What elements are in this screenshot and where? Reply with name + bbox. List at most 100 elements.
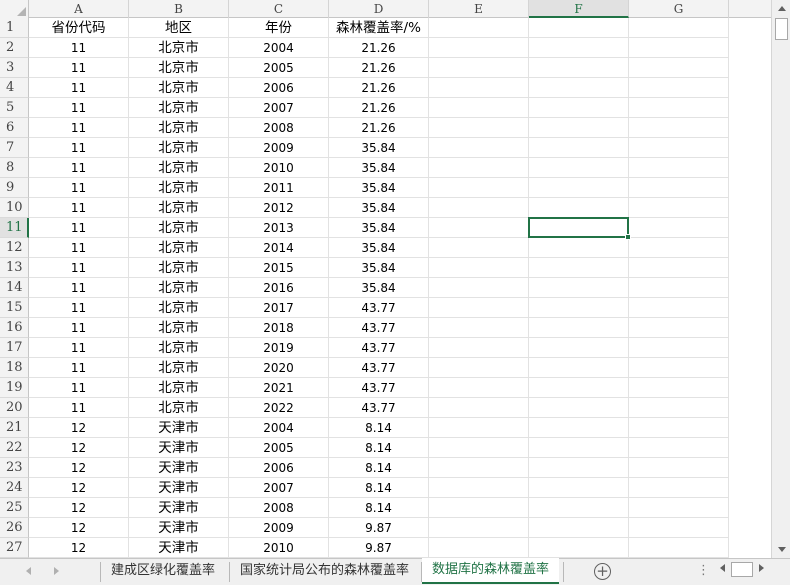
cell-b20[interactable]: 北京市 xyxy=(129,398,229,418)
cell-f23[interactable] xyxy=(529,458,629,478)
row-header-14[interactable]: 14 xyxy=(0,278,29,298)
cell-a25[interactable]: 12 xyxy=(29,498,129,518)
scroll-down-button[interactable] xyxy=(773,541,790,558)
row-header-15[interactable]: 15 xyxy=(0,298,29,318)
cell-e22[interactable] xyxy=(429,438,529,458)
cell-c4[interactable]: 2006 xyxy=(229,78,329,98)
previous-sheet-icon[interactable] xyxy=(26,567,31,575)
cell-g26[interactable] xyxy=(629,518,729,538)
cell-a6[interactable]: 11 xyxy=(29,118,129,138)
cell-g7[interactable] xyxy=(629,138,729,158)
row-header-21[interactable]: 21 xyxy=(0,418,29,438)
column-header-a[interactable]: A xyxy=(29,0,129,18)
cell-b4[interactable]: 北京市 xyxy=(129,78,229,98)
row-header-8[interactable]: 8 xyxy=(0,158,29,178)
column-header-d[interactable]: D xyxy=(329,0,429,18)
cell-f19[interactable] xyxy=(529,378,629,398)
cell-g15[interactable] xyxy=(629,298,729,318)
cell-b1[interactable]: 地区 xyxy=(129,18,229,38)
cell-d4[interactable]: 21.26 xyxy=(329,78,429,98)
cell-b16[interactable]: 北京市 xyxy=(129,318,229,338)
cell-d8[interactable]: 35.84 xyxy=(329,158,429,178)
cell-c23[interactable]: 2006 xyxy=(229,458,329,478)
row-header-22[interactable]: 22 xyxy=(0,438,29,458)
cell-b15[interactable]: 北京市 xyxy=(129,298,229,318)
cell-d1[interactable]: 森林覆盖率/% xyxy=(329,18,429,38)
cell-a12[interactable]: 11 xyxy=(29,238,129,258)
row-header-9[interactable]: 9 xyxy=(0,178,29,198)
cell-c22[interactable]: 2005 xyxy=(229,438,329,458)
cell-g18[interactable] xyxy=(629,358,729,378)
cell-c26[interactable]: 2009 xyxy=(229,518,329,538)
cell-d27[interactable]: 9.87 xyxy=(329,538,429,558)
cell-d23[interactable]: 8.14 xyxy=(329,458,429,478)
cell-e7[interactable] xyxy=(429,138,529,158)
worksheet-grid[interactable]: ABCDEFG 1 省份代码 地区 年份 森林覆盖率/% 2 11 北京市 2004 21.26 3… xyxy=(0,0,771,558)
cell-c2[interactable]: 2004 xyxy=(229,38,329,58)
cell-d24[interactable]: 8.14 xyxy=(329,478,429,498)
cell-f26[interactable] xyxy=(529,518,629,538)
cell-b26[interactable]: 天津市 xyxy=(129,518,229,538)
cell-a1[interactable]: 省份代码 xyxy=(29,18,129,38)
cell-c24[interactable]: 2007 xyxy=(229,478,329,498)
select-all-corner[interactable] xyxy=(0,0,29,18)
cell-g25[interactable] xyxy=(629,498,729,518)
cell-b24[interactable]: 天津市 xyxy=(129,478,229,498)
cell-a21[interactable]: 12 xyxy=(29,418,129,438)
row-header-2[interactable]: 2 xyxy=(0,38,29,58)
cell-d15[interactable]: 43.77 xyxy=(329,298,429,318)
row-header-5[interactable]: 5 xyxy=(0,98,29,118)
cell-e20[interactable] xyxy=(429,398,529,418)
cell-c3[interactable]: 2005 xyxy=(229,58,329,78)
cell-a26[interactable]: 12 xyxy=(29,518,129,538)
cell-a27[interactable]: 12 xyxy=(29,538,129,558)
vertical-scrollbar[interactable] xyxy=(771,0,790,558)
cell-g9[interactable] xyxy=(629,178,729,198)
cell-g17[interactable] xyxy=(629,338,729,358)
cell-c9[interactable]: 2011 xyxy=(229,178,329,198)
cell-e25[interactable] xyxy=(429,498,529,518)
cell-e12[interactable] xyxy=(429,238,529,258)
cell-b5[interactable]: 北京市 xyxy=(129,98,229,118)
cell-g23[interactable] xyxy=(629,458,729,478)
cell-b18[interactable]: 北京市 xyxy=(129,358,229,378)
cell-g22[interactable] xyxy=(629,438,729,458)
cell-e27[interactable] xyxy=(429,538,529,558)
cell-g16[interactable] xyxy=(629,318,729,338)
cell-g1[interactable] xyxy=(629,18,729,38)
cell-g5[interactable] xyxy=(629,98,729,118)
cell-b12[interactable]: 北京市 xyxy=(129,238,229,258)
cell-e6[interactable] xyxy=(429,118,529,138)
cell-b14[interactable]: 北京市 xyxy=(129,278,229,298)
cell-d14[interactable]: 35.84 xyxy=(329,278,429,298)
cell-f1[interactable] xyxy=(529,18,629,38)
cell-f11[interactable] xyxy=(529,218,629,238)
cell-g24[interactable] xyxy=(629,478,729,498)
cell-f8[interactable] xyxy=(529,158,629,178)
column-header-c[interactable]: C xyxy=(229,0,329,18)
row-header-13[interactable]: 13 xyxy=(0,258,29,278)
cell-c11[interactable]: 2013 xyxy=(229,218,329,238)
cell-c27[interactable]: 2010 xyxy=(229,538,329,558)
cell-c13[interactable]: 2015 xyxy=(229,258,329,278)
cell-g19[interactable] xyxy=(629,378,729,398)
cell-f4[interactable] xyxy=(529,78,629,98)
cell-f20[interactable] xyxy=(529,398,629,418)
cell-a15[interactable]: 11 xyxy=(29,298,129,318)
cell-f21[interactable] xyxy=(529,418,629,438)
add-sheet-icon[interactable]: + xyxy=(594,563,611,580)
sheet-tab-db-forest[interactable]: 数据库的森林覆盖率 xyxy=(422,558,560,584)
cell-d21[interactable]: 8.14 xyxy=(329,418,429,438)
row-header-12[interactable]: 12 xyxy=(0,238,29,258)
scroll-up-button[interactable] xyxy=(773,0,790,17)
cell-b3[interactable]: 北京市 xyxy=(129,58,229,78)
row-header-16[interactable]: 16 xyxy=(0,318,29,338)
cell-f27[interactable] xyxy=(529,538,629,558)
cell-e11[interactable] xyxy=(429,218,529,238)
cell-b2[interactable]: 北京市 xyxy=(129,38,229,58)
scroll-left-icon[interactable] xyxy=(720,564,725,572)
column-header-f[interactable]: F xyxy=(529,0,629,18)
cell-a13[interactable]: 11 xyxy=(29,258,129,278)
cell-e24[interactable] xyxy=(429,478,529,498)
cell-b27[interactable]: 天津市 xyxy=(129,538,229,558)
